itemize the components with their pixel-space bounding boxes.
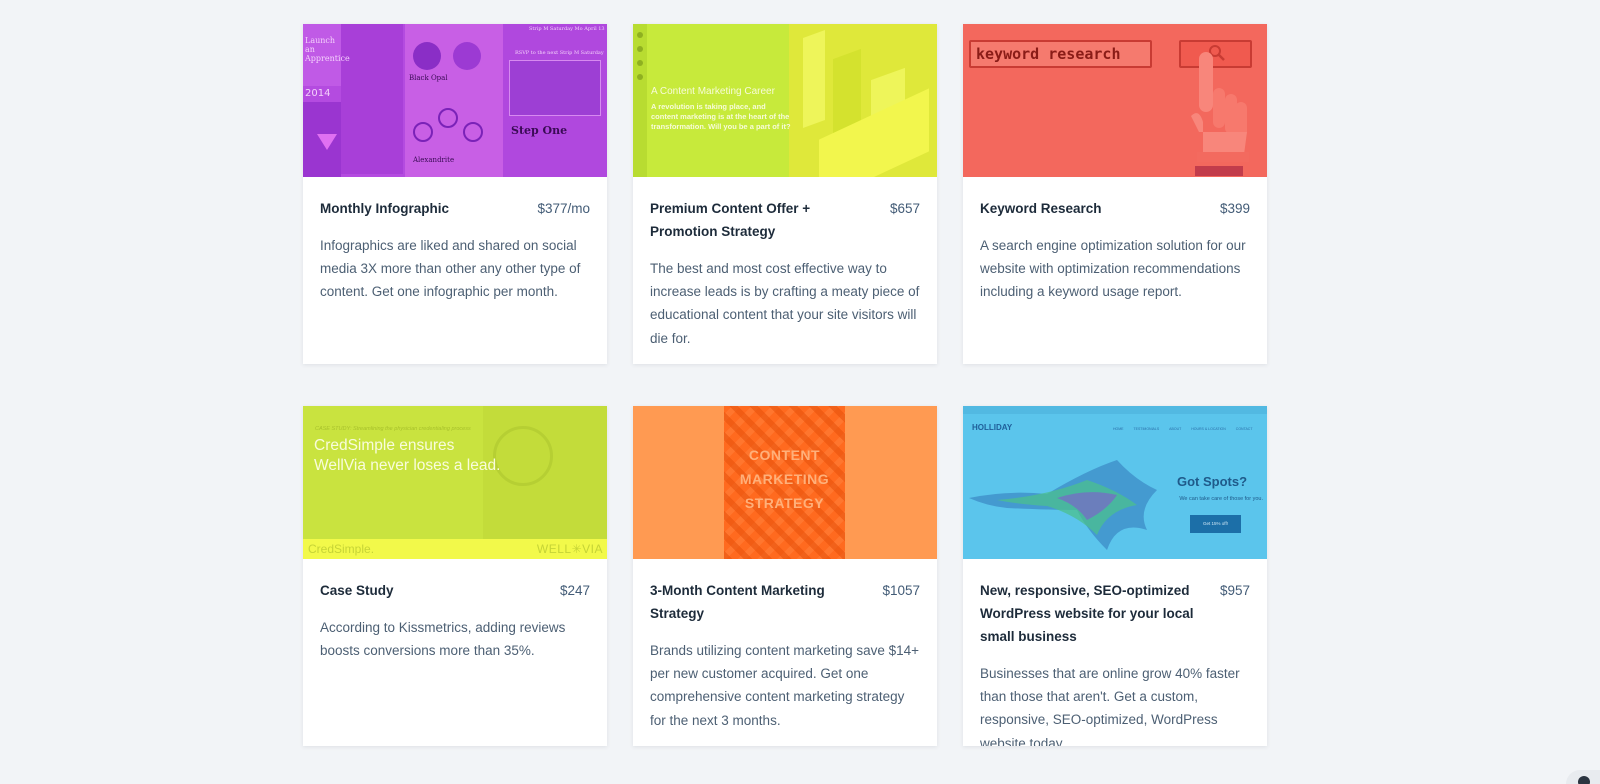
infographic-text-6: Strip M Saturday Mo April 13	[529, 26, 605, 32]
content-offer-text: A revolution is taking place, and conten…	[651, 102, 791, 131]
card-title: Case Study	[320, 583, 394, 598]
card-description: Businesses that are online grow 40% fast…	[980, 666, 1240, 746]
card-price: $957	[1219, 583, 1250, 598]
card-description: A search engine optimization solution fo…	[980, 238, 1246, 300]
card-price: $377/mo	[537, 201, 590, 216]
website-nav-about: ABOUT	[1169, 427, 1182, 431]
website-subtext: We can take care of those for you.	[1179, 496, 1263, 502]
card-price: $1057	[882, 583, 920, 598]
website-cta-label: Get 15% off!	[1203, 521, 1228, 526]
card-title: 3-Month Content Marketing Strategy	[650, 583, 825, 621]
website-nav-contact: CONTACT	[1235, 427, 1253, 431]
services-row-1: Launch an Apprentice 2014 Black Opal Ale…	[303, 24, 1268, 364]
card-description: Brands utilizing content marketing save …	[650, 643, 920, 728]
service-card-monthly-infographic[interactable]: Launch an Apprentice 2014 Black Opal Ale…	[303, 24, 607, 364]
case-study-thumbnail: CASE STUDY: Streamlining the physician c…	[303, 406, 607, 559]
card-description: The best and most cost effective way to …	[650, 261, 920, 346]
infographic-text-2: 2014	[305, 88, 331, 99]
scroll-to-top-button[interactable]	[1566, 770, 1600, 784]
service-card-wordpress-website[interactable]: HOLLIDAY HOME TESTIMONIALS ABOUT HOURS &…	[963, 406, 1267, 746]
strategy-line-2: MARKETING	[739, 471, 830, 487]
card-title: New, responsive, SEO-optimized WordPress…	[980, 583, 1194, 644]
services-row-2: CASE STUDY: Streamlining the physician c…	[303, 406, 1268, 746]
infographic-thumbnail: Launch an Apprentice 2014 Black Opal Ale…	[303, 24, 607, 177]
website-logo: HOLLIDAY	[972, 423, 1013, 432]
card-title: Keyword Research	[980, 201, 1102, 216]
hand-pointer-icon	[1191, 52, 1249, 176]
credsimple-logo: CredSimple.	[308, 542, 375, 556]
content-offer-thumbnail: A Content Marketing Career A revolution …	[633, 24, 937, 177]
card-title: Premium Content Offer + Promotion Strate…	[650, 201, 811, 239]
card-description: According to Kissmetrics, adding reviews…	[320, 620, 566, 659]
card-description: Infographics are liked and shared on soc…	[320, 238, 581, 300]
paint-splash-graphic	[969, 460, 1157, 550]
strategy-line-1: CONTENT	[748, 447, 821, 463]
infographic-text-5: Step One	[511, 124, 568, 137]
strategy-line-3: STRATEGY	[744, 495, 825, 511]
infographic-text-4: Alexandrite	[413, 156, 455, 164]
infographic-text-1: Launch an Apprentice	[305, 36, 350, 63]
card-price: $399	[1219, 201, 1250, 216]
website-thumbnail: HOLLIDAY HOME TESTIMONIALS ABOUT HOURS &…	[963, 406, 1267, 559]
infographic-text-7: RSVP to the next Strip M Saturday	[515, 50, 604, 56]
website-headline: Got Spots?	[1177, 474, 1248, 489]
service-card-keyword-research[interactable]: keyword research Keyword Research $399 A…	[963, 24, 1267, 364]
wellvia-logo: WELL✳VIA	[536, 542, 603, 556]
website-nav-hours: HOURS & LOCATION	[1191, 427, 1226, 431]
card-title: Monthly Infographic	[320, 201, 449, 216]
content-strategy-thumbnail: CONTENT MARKETING STRATEGY	[633, 406, 937, 559]
case-study-headline-line2: WellVia never loses a lead.	[314, 457, 501, 474]
website-nav-home: HOME	[1113, 427, 1124, 431]
service-card-case-study[interactable]: CASE STUDY: Streamlining the physician c…	[303, 406, 607, 746]
service-card-3-month-strategy[interactable]: CONTENT MARKETING STRATEGY 3-Month Conte…	[633, 406, 937, 746]
infographic-text-3: Black Opal	[409, 74, 448, 82]
search-box-text: keyword research	[976, 45, 1121, 63]
keyword-research-thumbnail: keyword research	[963, 24, 1267, 177]
services-grid: Launch an Apprentice 2014 Black Opal Ale…	[303, 24, 1268, 784]
website-nav-testimonials: TESTIMONIALS	[1133, 427, 1160, 431]
case-study-caption: CASE STUDY: Streamlining the physician c…	[315, 426, 471, 432]
card-price: $657	[889, 201, 920, 216]
case-study-headline-line1: CredSimple ensures	[314, 437, 455, 454]
service-card-premium-content-offer[interactable]: A Content Marketing Career A revolution …	[633, 24, 937, 364]
content-offer-heading: A Content Marketing Career	[651, 86, 775, 97]
card-price: $247	[559, 583, 590, 598]
